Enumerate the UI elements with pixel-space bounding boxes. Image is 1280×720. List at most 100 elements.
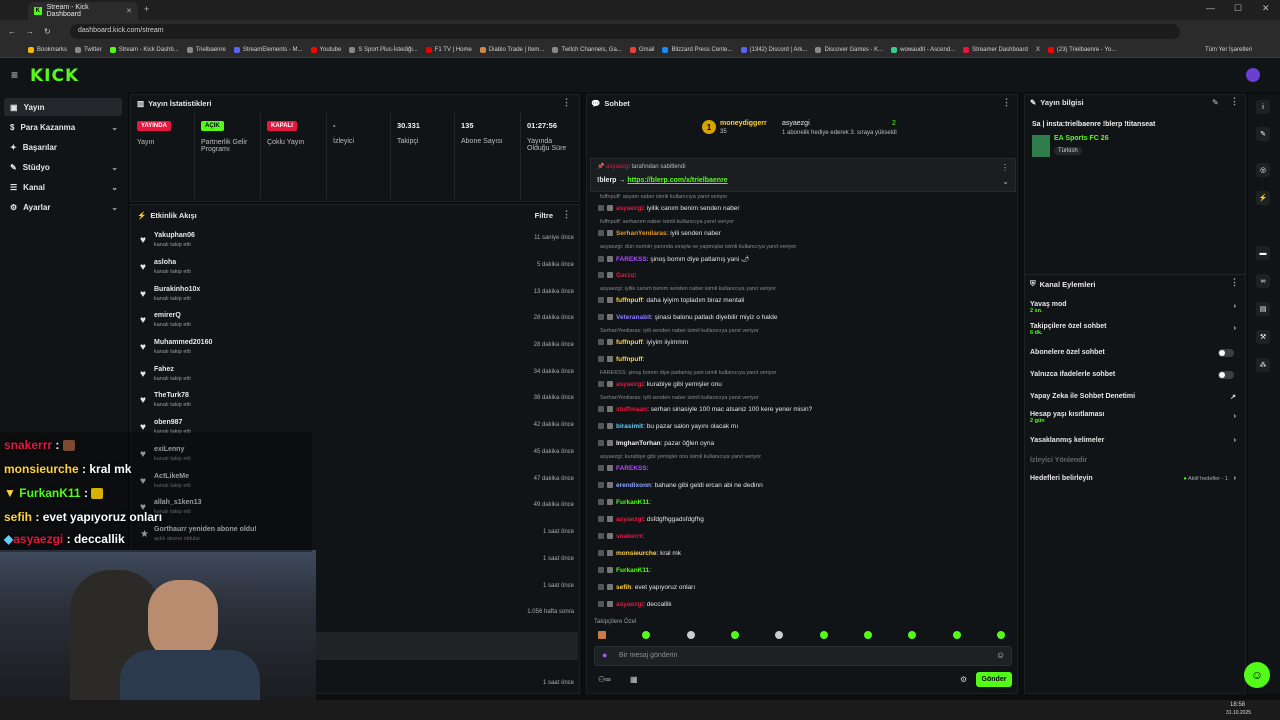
microphone-icon[interactable]: ● bbox=[602, 650, 607, 660]
chat-input[interactable]: Bir mesaj gönderin bbox=[594, 646, 1012, 666]
action-followers-only[interactable]: Takipçilere özel sohbet 6 dk. › bbox=[1030, 323, 1240, 336]
bookmark-item[interactable]: Trielbaenre bbox=[186, 46, 226, 53]
action-ai-moderation[interactable]: Yapay Zeka ile Sohbet Denetimi ↗ bbox=[1030, 393, 1240, 401]
bookmark-item[interactable]: Twitter bbox=[75, 46, 102, 53]
chat-username[interactable]: stuffmaan bbox=[616, 406, 647, 413]
bookmark-item[interactable]: (23) Trielbaenre - Yo... bbox=[1047, 46, 1116, 53]
bookmark-item[interactable]: Streamer Dashboard bbox=[963, 46, 1028, 53]
chat-username[interactable]: asyaezgi bbox=[616, 381, 643, 388]
emote-icon[interactable] bbox=[642, 631, 651, 639]
chevron-down-icon[interactable]: ⌄ bbox=[1002, 177, 1009, 186]
chat-username[interactable]: ImghanTorhan bbox=[616, 440, 661, 447]
close-tab-icon[interactable]: ✕ bbox=[126, 7, 132, 15]
minimize-icon[interactable]: — bbox=[1206, 3, 1215, 13]
wrench-icon[interactable]: ⚒ bbox=[1256, 330, 1270, 344]
emote-icon[interactable] bbox=[775, 631, 784, 639]
menu-icon[interactable]: ≡ bbox=[11, 68, 18, 82]
emote-icon[interactable] bbox=[996, 631, 1005, 639]
sidebar-item-basarilar[interactable]: ✦ Başarılar bbox=[4, 138, 122, 156]
chat-username[interactable]: birasimit bbox=[616, 423, 643, 430]
emote-icon[interactable] bbox=[863, 631, 872, 639]
bookmark-item[interactable]: (1342) Discord | Ark... bbox=[740, 46, 807, 53]
maximize-icon[interactable]: ☐ bbox=[1234, 3, 1242, 14]
bookmark-item[interactable]: Youtube bbox=[310, 46, 341, 53]
bookmark-item[interactable]: Gmail bbox=[629, 46, 654, 53]
bookmark-item[interactable]: Blizzard Press Cente... bbox=[662, 46, 733, 53]
chat-username[interactable]: sefih bbox=[616, 584, 631, 591]
action-banned-words[interactable]: Yasaklanmış kelimeler › bbox=[1030, 437, 1240, 444]
forward-icon[interactable]: → bbox=[26, 27, 34, 36]
more-options-icon[interactable]: ⋮ bbox=[1230, 277, 1239, 288]
bookmark-item[interactable]: Stream - Kick Dashb... bbox=[109, 46, 179, 53]
sidebar-item-ayarlar[interactable]: ⚙ Ayarlar ⌄ bbox=[4, 198, 122, 216]
top-gifter-name[interactable]: moneydiggerr bbox=[720, 120, 767, 127]
bookmark-item[interactable]: F1 TV | Home bbox=[425, 46, 472, 53]
reload-icon[interactable]: ↻ bbox=[44, 27, 51, 36]
all-bookmarks-link[interactable]: Tüm Yer İşaretleri bbox=[1205, 47, 1252, 53]
new-tab-icon[interactable]: + bbox=[144, 4, 149, 14]
chat-username[interactable]: asyaezgi bbox=[616, 205, 643, 212]
chat-username[interactable]: fuffnpuff bbox=[616, 297, 643, 304]
url-field[interactable]: dashboard.kick.com/stream bbox=[70, 24, 1180, 39]
apps-icon[interactable]: ⁂ bbox=[1256, 358, 1270, 372]
chat-username[interactable]: SerhanYenilaras bbox=[616, 230, 667, 237]
emote-icon[interactable] bbox=[686, 631, 695, 639]
emote-icon[interactable] bbox=[819, 631, 828, 639]
chat-username[interactable]: FurkanK11 bbox=[616, 499, 649, 506]
filter-button[interactable]: Filtre bbox=[535, 211, 553, 220]
more-options-icon[interactable]: ⋮ bbox=[1001, 163, 1009, 172]
more-options-icon[interactable]: ⋮ bbox=[562, 209, 571, 220]
lightning-icon[interactable]: ⚡ bbox=[1256, 191, 1270, 205]
bookmark-item[interactable]: S Sport Plus-İstediği... bbox=[349, 46, 418, 53]
calendar-icon[interactable]: ▦ bbox=[630, 675, 638, 684]
bookmark-item[interactable]: Bookmarks bbox=[28, 46, 67, 53]
pinned-link[interactable]: https://blerp.com/x/trielbaenre bbox=[627, 177, 727, 184]
subscribers-only-toggle[interactable] bbox=[1218, 349, 1234, 357]
more-options-icon[interactable]: ⋮ bbox=[562, 97, 571, 108]
emote-only-toggle[interactable] bbox=[1218, 371, 1234, 379]
emoji-icon[interactable]: ☺ bbox=[996, 650, 1005, 660]
emote-icon[interactable] bbox=[598, 631, 606, 639]
browser-tab[interactable]: K Stream - Kick Dashboard ✕ bbox=[28, 2, 138, 20]
chat-username[interactable]: erendixonn bbox=[616, 482, 651, 489]
close-window-icon[interactable]: ✕ bbox=[1262, 3, 1270, 14]
sidebar-item-studyo[interactable]: ✎ Stüdyo ⌄ bbox=[4, 158, 122, 176]
bookmark-item[interactable]: X bbox=[1036, 47, 1040, 53]
sidebar-item-yayin[interactable]: ▣ Yayın bbox=[4, 98, 122, 116]
bookmark-item[interactable]: wowaudit - Ascend... bbox=[891, 46, 955, 53]
sidebar-item-kanal[interactable]: ☰ Kanal ⌄ bbox=[4, 178, 122, 196]
chat-username[interactable]: snakerrr bbox=[616, 533, 642, 540]
link-icon[interactable]: ∞ bbox=[1256, 274, 1270, 288]
users-icon[interactable]: ⚇∞ bbox=[598, 675, 611, 684]
action-account-age[interactable]: Hesap yaşı kısıtlaması 2 gün › bbox=[1030, 411, 1240, 424]
sidebar-item-para-kazanma[interactable]: $ Para Kazanma ⌄ bbox=[4, 118, 122, 136]
chat-username[interactable]: FurkanK11 bbox=[616, 567, 649, 574]
bookmark-item[interactable]: StreamElements - M... bbox=[233, 46, 303, 53]
gifter-with[interactable]: asyaezgi bbox=[782, 120, 810, 127]
back-icon[interactable]: ← bbox=[8, 27, 16, 36]
chat-username[interactable]: Veteranabit bbox=[616, 314, 651, 321]
kick-logo[interactable]: KICK bbox=[30, 66, 79, 86]
chat-username[interactable]: fuffnpuff bbox=[616, 356, 643, 363]
chat-icon[interactable]: ▬ bbox=[1256, 246, 1270, 260]
emote-icon[interactable] bbox=[952, 631, 961, 639]
action-goals[interactable]: Hedefleri belirleyin ● Aktif hedefler - 1… bbox=[1030, 475, 1240, 482]
info-icon[interactable]: i bbox=[1256, 100, 1270, 114]
chat-username[interactable]: FAREKSS bbox=[616, 256, 647, 263]
emote-icon[interactable] bbox=[908, 631, 917, 639]
camera-icon[interactable]: ◎ bbox=[1256, 163, 1270, 177]
settings-icon[interactable]: ⚙ bbox=[960, 675, 967, 684]
layout-icon[interactable]: ▤ bbox=[1256, 302, 1270, 316]
send-button[interactable]: Gönder bbox=[976, 672, 1012, 687]
chat-username[interactable]: Garzo bbox=[616, 272, 634, 279]
chat-username[interactable]: monsieurche bbox=[616, 550, 656, 557]
emote-icon[interactable] bbox=[730, 631, 739, 639]
more-options-icon[interactable]: ⋮ bbox=[1002, 97, 1011, 108]
avatar[interactable] bbox=[1246, 68, 1260, 82]
chat-username[interactable]: asyaezgi bbox=[616, 601, 643, 608]
edit-icon[interactable]: ✎ bbox=[1212, 98, 1219, 107]
support-chat-icon[interactable]: ☺ bbox=[1244, 662, 1270, 688]
bookmark-item[interactable]: Twitch Channels, Ga... bbox=[552, 46, 622, 53]
more-options-icon[interactable]: ⋮ bbox=[1230, 96, 1239, 107]
bookmark-item[interactable]: Discover Games - K... bbox=[815, 46, 883, 53]
